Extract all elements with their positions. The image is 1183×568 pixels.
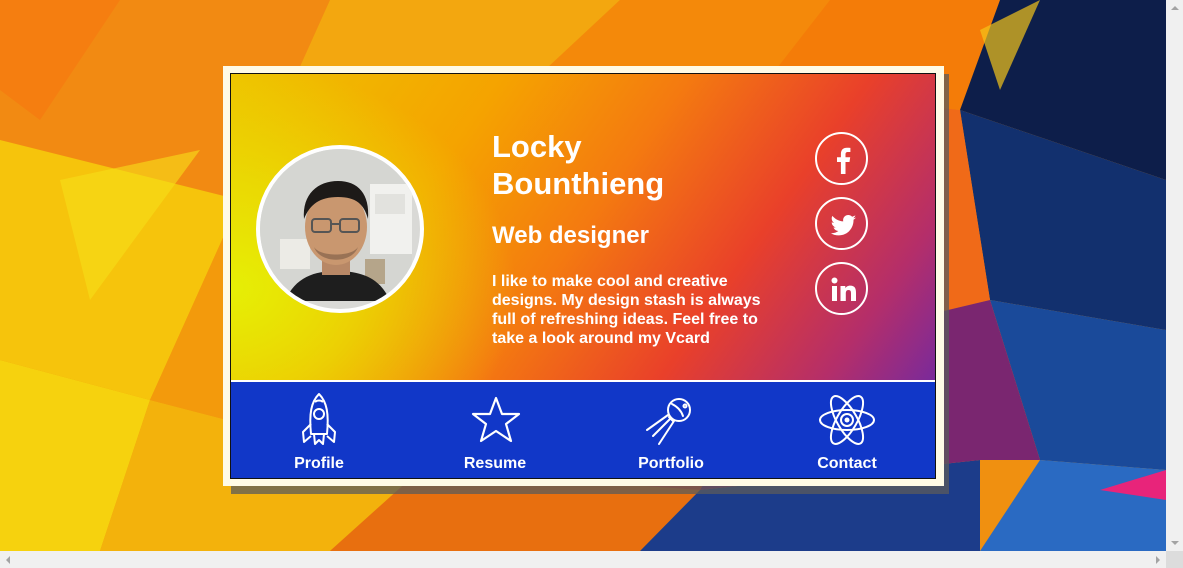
- nav-profile-label: Profile: [294, 455, 344, 472]
- profile-photo: [256, 145, 424, 313]
- nav-contact-label: Contact: [817, 455, 877, 472]
- star-icon: [471, 396, 521, 443]
- facebook-icon: [837, 147, 851, 174]
- scroll-left-icon[interactable]: [6, 556, 10, 564]
- nav-profile[interactable]: Profile: [231, 382, 407, 478]
- nav-resume-label: Resume: [463, 455, 527, 472]
- vertical-scrollbar[interactable]: [1166, 0, 1183, 551]
- vcard: Locky Bounthieng Web designer I like to …: [223, 66, 944, 486]
- twitter-button[interactable]: [815, 197, 868, 250]
- profile-name: Locky Bounthieng: [492, 129, 665, 201]
- scrollbar-corner: [1166, 551, 1183, 568]
- rocket-icon: [302, 393, 336, 445]
- profile-role: Web designer: [492, 222, 649, 249]
- twitter-icon: [830, 215, 856, 236]
- vcard-nav: Profile Resume Portfolio Contact: [231, 382, 935, 478]
- vcard-inner: Locky Bounthieng Web designer I like to …: [230, 73, 936, 479]
- scroll-up-icon[interactable]: [1171, 6, 1179, 10]
- scroll-down-icon[interactable]: [1171, 541, 1179, 545]
- profile-header: Locky Bounthieng Web designer I like to …: [231, 74, 935, 380]
- nav-contact[interactable]: Contact: [759, 382, 935, 478]
- atom-icon: [819, 395, 875, 445]
- scroll-right-icon[interactable]: [1156, 556, 1160, 564]
- nav-portfolio[interactable]: Portfolio: [583, 382, 759, 478]
- satellite-icon: [646, 398, 691, 445]
- nav-resume[interactable]: Resume: [407, 382, 583, 478]
- horizontal-scrollbar[interactable]: [0, 551, 1166, 568]
- profile-bio: I like to make cool and creative designs…: [492, 273, 761, 347]
- facebook-button[interactable]: [815, 132, 868, 185]
- linkedin-icon: [831, 277, 856, 301]
- linkedin-button[interactable]: [815, 262, 868, 315]
- nav-portfolio-label: Portfolio: [638, 455, 704, 472]
